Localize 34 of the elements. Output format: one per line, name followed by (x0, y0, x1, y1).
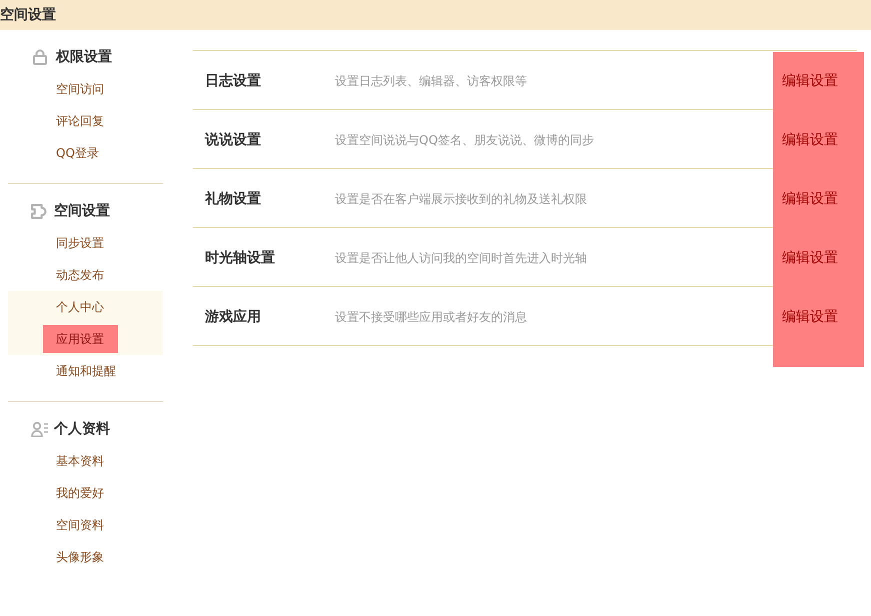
setting-description: 设置空间说说与QQ签名、朋友说说、微博的同步 (335, 133, 594, 147)
edit-link[interactable]: 编辑设置 (782, 309, 838, 325)
sidebar-item[interactable]: 空间访问 (43, 75, 118, 103)
setting-description: 设置是否在客户端展示接收到的礼物及送礼权限 (335, 192, 587, 206)
setting-title: 说说设置 (205, 132, 261, 148)
edit-link[interactable]: 编辑设置 (782, 73, 838, 89)
sidebar-item[interactable]: 同步设置 (43, 229, 118, 257)
sidebar-item[interactable]: 个人中心 (43, 293, 118, 321)
sidebar-item[interactable]: 通知和提醒 (43, 357, 130, 385)
setting-description: 设置是否让他人访问我的空间时首先进入时光轴 (335, 251, 587, 265)
setting-description: 设置不接受哪些应用或者好友的消息 (335, 310, 527, 324)
group-heading: 权限设置 (56, 48, 112, 66)
sidebar-item[interactable]: 动态发布 (43, 261, 118, 289)
edit-link[interactable]: 编辑设置 (782, 132, 838, 148)
sidebar-item[interactable]: 应用设置 (43, 325, 118, 353)
puzzle-piece-icon (31, 204, 47, 218)
setting-description: 设置日志列表、编辑器、访客权限等 (335, 74, 527, 88)
group-heading: 个人资料 (54, 420, 110, 438)
page-title: 空间设置 (0, 6, 56, 24)
sidebar-item[interactable]: 空间资料 (43, 511, 118, 539)
sidebar-item[interactable]: 我的爱好 (43, 479, 118, 507)
sidebar-item[interactable]: 基本资料 (43, 447, 118, 475)
setting-title: 时光轴设置 (205, 250, 275, 266)
setting-title: 游戏应用 (205, 309, 261, 325)
setting-title: 礼物设置 (205, 191, 261, 207)
edit-link[interactable]: 编辑设置 (782, 191, 838, 207)
sidebar-item[interactable]: QQ登录 (43, 139, 113, 167)
padlock-icon (33, 49, 47, 65)
sidebar-item[interactable]: 头像形象 (43, 543, 118, 571)
setting-title: 日志设置 (205, 73, 261, 89)
sidebar-item[interactable]: 评论回复 (43, 107, 118, 135)
group-heading: 空间设置 (54, 202, 110, 220)
person-list-icon (31, 421, 49, 437)
edit-link[interactable]: 编辑设置 (782, 250, 838, 266)
